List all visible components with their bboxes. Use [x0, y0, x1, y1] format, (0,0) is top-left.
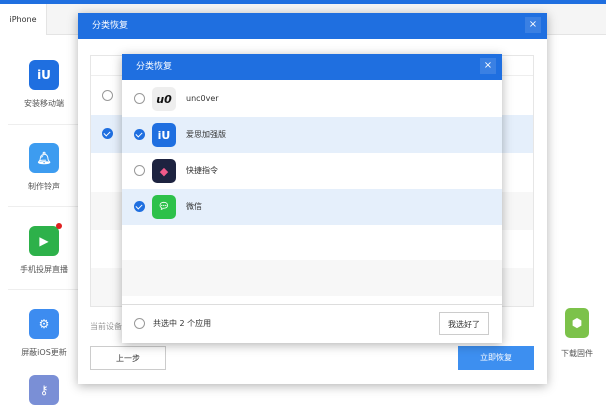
iu-app-icon: iU [29, 60, 59, 90]
divider [122, 304, 502, 305]
aisi-icon: iU [152, 123, 176, 147]
app-row-shortcuts[interactable]: ◆ 快捷指令 [122, 153, 502, 189]
divider [8, 124, 80, 125]
app-row-wechat[interactable]: 💬︎ 微信 [122, 189, 502, 225]
close-icon[interactable]: × [525, 17, 541, 33]
app-name: unc0ver [186, 94, 219, 103]
sidebar-label: 安装移动端 [24, 99, 64, 108]
divider [8, 206, 80, 207]
download-firmware[interactable]: ⬢ 下载固件 [552, 308, 602, 359]
key-icon: ⚷ [29, 375, 59, 405]
download-firmware-label: 下载固件 [561, 349, 593, 358]
row-radio[interactable] [102, 128, 113, 139]
sidebar-item-key[interactable]: ⚷ [8, 375, 80, 413]
unc0ver-icon: u0 [152, 87, 176, 111]
outer-dialog-title: 分类恢复 [92, 21, 129, 31]
gear-icon: ⚙ [29, 309, 59, 339]
sidebar-label: 手机投屏直播 [20, 265, 68, 274]
inner-dialog: 分类恢复 × u0 unc0ver iU 爱思加强版 ◆ 快捷指令 💬︎ 微信 … [122, 54, 502, 343]
bell-icon: 🔔︎ [29, 143, 59, 173]
box-icon: ⬢ [565, 308, 589, 338]
select-all-radio[interactable] [134, 318, 145, 329]
screen-mirror-icon: ▶ [29, 223, 62, 256]
selection-summary: 共选中 2 个应用 [153, 319, 212, 328]
sidebar-item-ringtone[interactable]: 🔔︎ 制作铃声 [8, 143, 80, 192]
outer-dialog-header: 分类恢复 × [78, 13, 547, 39]
sidebar-item-screen-mirror[interactable]: ▶ 手机投屏直播 [8, 223, 80, 275]
sidebar-item-install[interactable]: iU 安装移动端 [8, 60, 80, 109]
app-row-unc0ver[interactable]: u0 unc0ver [122, 81, 502, 117]
empty-row [122, 260, 502, 296]
prev-step-button[interactable]: 上一步 [90, 346, 166, 370]
app-name: 快捷指令 [186, 166, 218, 175]
done-button[interactable]: 我选好了 [439, 312, 489, 335]
divider [8, 289, 80, 290]
restore-now-button[interactable]: 立即恢复 [458, 346, 534, 370]
row-radio[interactable] [102, 90, 113, 101]
tab-iphone[interactable]: iPhone [0, 4, 47, 35]
sidebar-label: 屏蔽iOS更新 [21, 348, 67, 357]
app-radio[interactable] [134, 201, 145, 212]
app-name: 爱思加强版 [186, 130, 226, 139]
inner-dialog-header: 分类恢复 × [122, 54, 502, 80]
app-radio[interactable] [134, 129, 145, 140]
wechat-icon: 💬︎ [152, 195, 176, 219]
inner-dialog-title: 分类恢复 [136, 62, 173, 72]
sidebar-label: 制作铃声 [28, 182, 60, 191]
sidebar-item-block-update[interactable]: ⚙ 屏蔽iOS更新 [8, 309, 80, 358]
app-radio[interactable] [134, 93, 145, 104]
current-device-text: 当前设备 [90, 322, 122, 331]
app-name: 微信 [186, 202, 202, 211]
app-row-aisi[interactable]: iU 爱思加强版 [122, 117, 502, 153]
notification-dot [56, 223, 62, 229]
app-radio[interactable] [134, 165, 145, 176]
shortcuts-icon: ◆ [152, 159, 176, 183]
close-icon[interactable]: × [480, 58, 496, 74]
